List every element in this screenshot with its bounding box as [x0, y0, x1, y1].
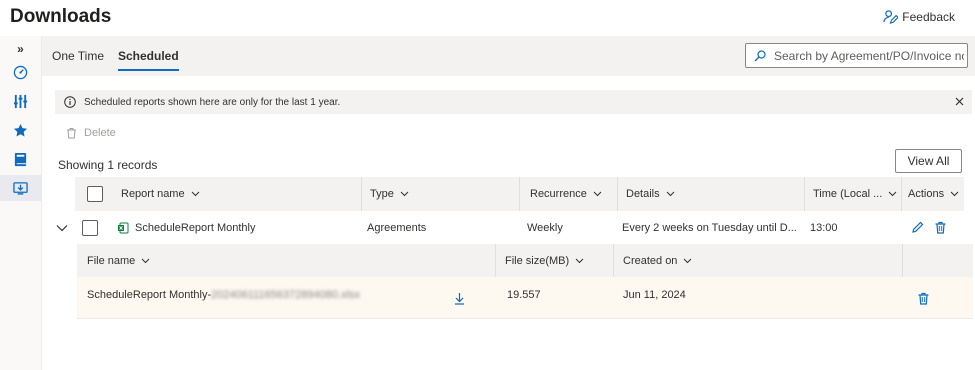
- records-count: Showing 1 records: [58, 158, 158, 172]
- select-all-checkbox[interactable]: [87, 177, 103, 211]
- row-checkbox[interactable]: [82, 219, 98, 236]
- nav-item-dashboard[interactable]: [0, 59, 41, 85]
- chevron-down-icon: [575, 258, 584, 264]
- column-label: Report name: [121, 188, 185, 200]
- chevron-down-icon: [141, 258, 150, 264]
- gauge-icon: [13, 65, 28, 79]
- chevron-down-icon: [56, 224, 68, 231]
- close-banner-button[interactable]: [953, 95, 966, 108]
- close-icon: [955, 97, 964, 106]
- search-box[interactable]: [745, 43, 968, 68]
- column-label: Type: [370, 188, 394, 200]
- column-divider: [495, 244, 496, 278]
- info-icon: [64, 96, 76, 108]
- file-name-prefix: ScheduleReport Monthly-: [87, 289, 212, 301]
- nav-item-controls[interactable]: [0, 88, 41, 114]
- column-header-type[interactable]: Type: [370, 177, 409, 211]
- file-row[interactable]: ScheduleReport Monthly- 20240611165637289…: [77, 277, 973, 319]
- column-header-created-on[interactable]: Created on: [623, 244, 692, 278]
- column-label: Created on: [623, 255, 678, 267]
- chevron-down-icon: [191, 191, 199, 197]
- column-label: Details: [626, 188, 660, 200]
- nav-item-downloads[interactable]: [0, 175, 41, 201]
- download-monitor-icon: [13, 181, 28, 195]
- left-nav-rail: »: [0, 36, 42, 370]
- feedback-icon: [883, 10, 899, 24]
- trash-icon: [67, 128, 76, 139]
- column-label: Recurrence: [530, 188, 587, 200]
- column-header-time[interactable]: Time (Local ...: [813, 177, 897, 211]
- double-chevron-right-icon: »: [17, 42, 24, 56]
- column-divider: [902, 244, 903, 278]
- files-table-header: File name File size(MB) Created on: [77, 244, 973, 278]
- column-header-details[interactable]: Details: [626, 177, 675, 211]
- column-header-report-name[interactable]: Report name: [121, 177, 200, 211]
- table-header: Report name Type Recurrence Details Time…: [75, 177, 964, 211]
- column-label: Actions: [908, 188, 945, 200]
- trash-icon[interactable]: [934, 221, 947, 234]
- cell-type: Agreements: [367, 221, 427, 234]
- column-label: File size(MB): [505, 255, 570, 267]
- delete-button[interactable]: Delete: [66, 127, 116, 139]
- cell-file-name: ScheduleReport Monthly- 20240611165637289…: [87, 277, 360, 313]
- column-header-file-name[interactable]: File name: [87, 244, 150, 278]
- column-header-recurrence[interactable]: Recurrence: [530, 177, 602, 211]
- chevron-down-icon: [593, 191, 602, 197]
- file-name-redacted: 202406111656372894080.xlsx: [211, 289, 360, 301]
- chevron-down-icon: [950, 191, 959, 197]
- report-name: ScheduleReport Monthly: [135, 221, 256, 234]
- cell-time: 13:00: [810, 221, 838, 234]
- info-banner: Scheduled reports shown here are only fo…: [55, 90, 972, 114]
- search-input[interactable]: [774, 48, 964, 63]
- banner-text: Scheduled reports shown here are only fo…: [84, 96, 341, 108]
- chevron-down-icon: [400, 191, 409, 197]
- column-divider: [613, 244, 614, 278]
- chevron-down-icon: [666, 191, 674, 197]
- feedback-label: Feedback: [902, 9, 955, 24]
- chevron-down-icon: [684, 258, 692, 264]
- tab-one-time[interactable]: One Time: [52, 49, 104, 69]
- chevron-down-icon: [888, 191, 897, 197]
- column-header-actions[interactable]: Actions: [908, 177, 959, 211]
- book-icon: [14, 152, 27, 166]
- nav-item-library[interactable]: [0, 146, 41, 172]
- download-button[interactable]: [454, 277, 465, 319]
- column-divider: [901, 177, 902, 211]
- nav-item-favorites[interactable]: [0, 117, 41, 143]
- search-icon: [754, 49, 766, 61]
- delete-file-button[interactable]: [917, 277, 930, 319]
- column-label: File name: [87, 255, 136, 267]
- cell-created-on: Jun 11, 2024: [623, 289, 686, 301]
- cell-report-name: ScheduleReport Monthly: [117, 211, 255, 244]
- checkbox[interactable]: [87, 186, 103, 202]
- main-content: One Time Scheduled Scheduled reports sho…: [42, 36, 975, 370]
- cell-actions: [911, 211, 947, 244]
- cell-file-size: 19.557: [507, 289, 541, 301]
- column-divider: [519, 177, 520, 211]
- column-divider: [804, 177, 805, 211]
- cell-recurrence: Weekly: [527, 221, 563, 234]
- sliders-icon: [13, 94, 28, 108]
- download-icon: [455, 292, 464, 305]
- tab-bar: One Time Scheduled: [42, 36, 975, 76]
- column-divider: [361, 177, 362, 211]
- row-checkbox-cell[interactable]: [82, 211, 98, 244]
- page-title: Downloads: [10, 6, 112, 27]
- excel-file-icon: [118, 222, 129, 233]
- edit-icon[interactable]: [911, 221, 924, 234]
- table-row[interactable]: ScheduleReport Monthly Agreements Weekly…: [42, 211, 975, 244]
- star-icon: [13, 123, 28, 136]
- column-header-file-size[interactable]: File size(MB): [505, 244, 584, 278]
- trash-icon: [918, 292, 929, 305]
- view-all-button[interactable]: View All: [895, 149, 962, 173]
- tab-scheduled[interactable]: Scheduled: [118, 49, 179, 71]
- column-divider: [617, 177, 618, 211]
- cell-details: Every 2 weeks on Tuesday until D...: [622, 221, 797, 234]
- expand-row-button[interactable]: [56, 211, 68, 244]
- feedback-button[interactable]: Feedback: [883, 9, 955, 24]
- delete-label: Delete: [84, 127, 116, 139]
- header: Downloads Feedback: [0, 0, 975, 36]
- column-label: Time (Local ...: [813, 188, 883, 200]
